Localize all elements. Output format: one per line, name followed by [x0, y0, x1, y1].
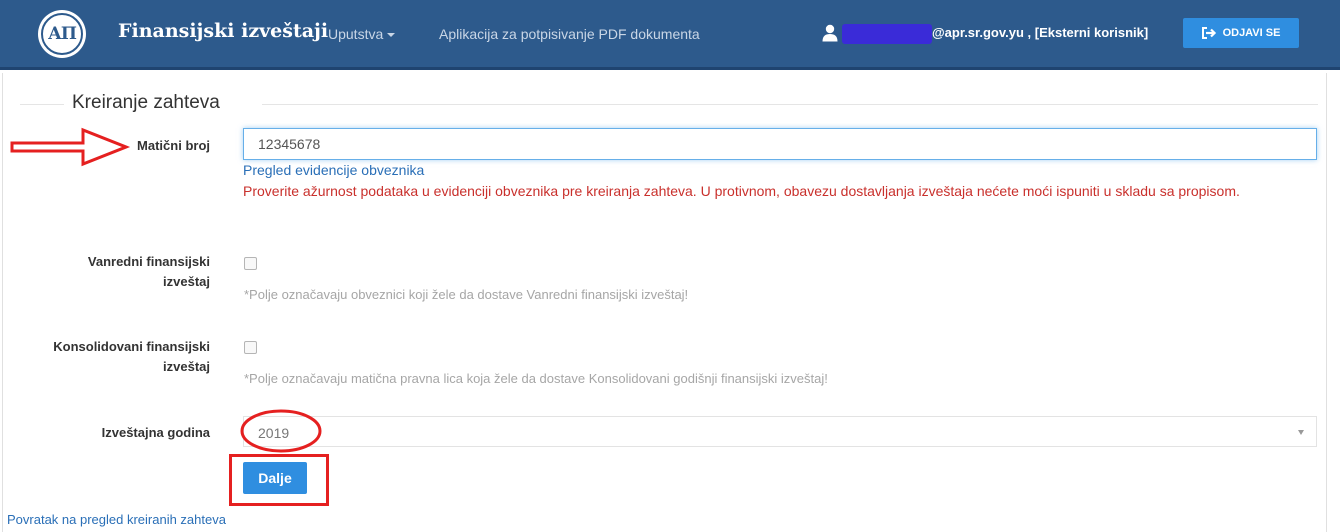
izvestajna-godina-label: Izveštajna godina: [101, 425, 210, 440]
maticni-broj-input[interactable]: [243, 128, 1317, 160]
pregled-evidencije-link[interactable]: Pregled evidencije obveznika: [243, 162, 424, 178]
menu-pdf-signing-app[interactable]: Aplikacija za potpisivanje PDF dokumenta: [439, 26, 700, 42]
page-title: Kreiranje zahteva: [72, 92, 220, 113]
menu-uputstva[interactable]: Uputstva: [328, 26, 396, 42]
vanredni-label: Vanredni finansijski izveštaj: [87, 254, 210, 289]
apr-logo[interactable]: АП: [38, 10, 86, 58]
konsolidovani-label: Konsolidovani finansijski izveštaj: [53, 339, 210, 374]
menu-uputstva-label: Uputstva: [328, 26, 384, 42]
legend-divider-right: [262, 104, 1318, 105]
chevron-down-icon: [387, 33, 396, 38]
izvestajna-godina-select[interactable]: 2019: [243, 416, 1317, 447]
logout-label: ODJAVI SE: [1222, 27, 1281, 39]
logout-button[interactable]: ODJAVI SE: [1183, 18, 1299, 48]
legend-divider-left: [20, 104, 64, 105]
annotation-arrow: [10, 127, 131, 167]
chevron-down-icon: [1298, 430, 1304, 435]
user-email-role: @apr.sr.gov.yu , [Eksterni korisnik]: [932, 25, 1149, 40]
back-to-requests-link[interactable]: Povratak na pregled kreiranih zahteva: [7, 512, 226, 527]
vanredni-checkbox[interactable]: [244, 257, 257, 270]
user-icon: [822, 24, 838, 42]
logo-monogram: АП: [41, 13, 83, 55]
redacted-username: [842, 24, 932, 44]
warning-message: Proverite ažurnost podataka u evidenciji…: [243, 183, 1240, 199]
konsolidovani-checkbox[interactable]: [244, 341, 257, 354]
top-navbar: АП Finansijski izveštaji Uputstva Aplika…: [0, 0, 1340, 70]
konsolidovani-help-text: *Polje označavaju matična pravna lica ko…: [244, 371, 828, 386]
annotation-circle: [240, 409, 322, 453]
app-title[interactable]: Finansijski izveštaji: [118, 20, 328, 42]
sign-out-icon: [1201, 27, 1216, 39]
annotation-rectangle: [229, 454, 329, 506]
vanredni-help-text: *Polje označavaju obveznici koji žele da…: [244, 287, 689, 302]
